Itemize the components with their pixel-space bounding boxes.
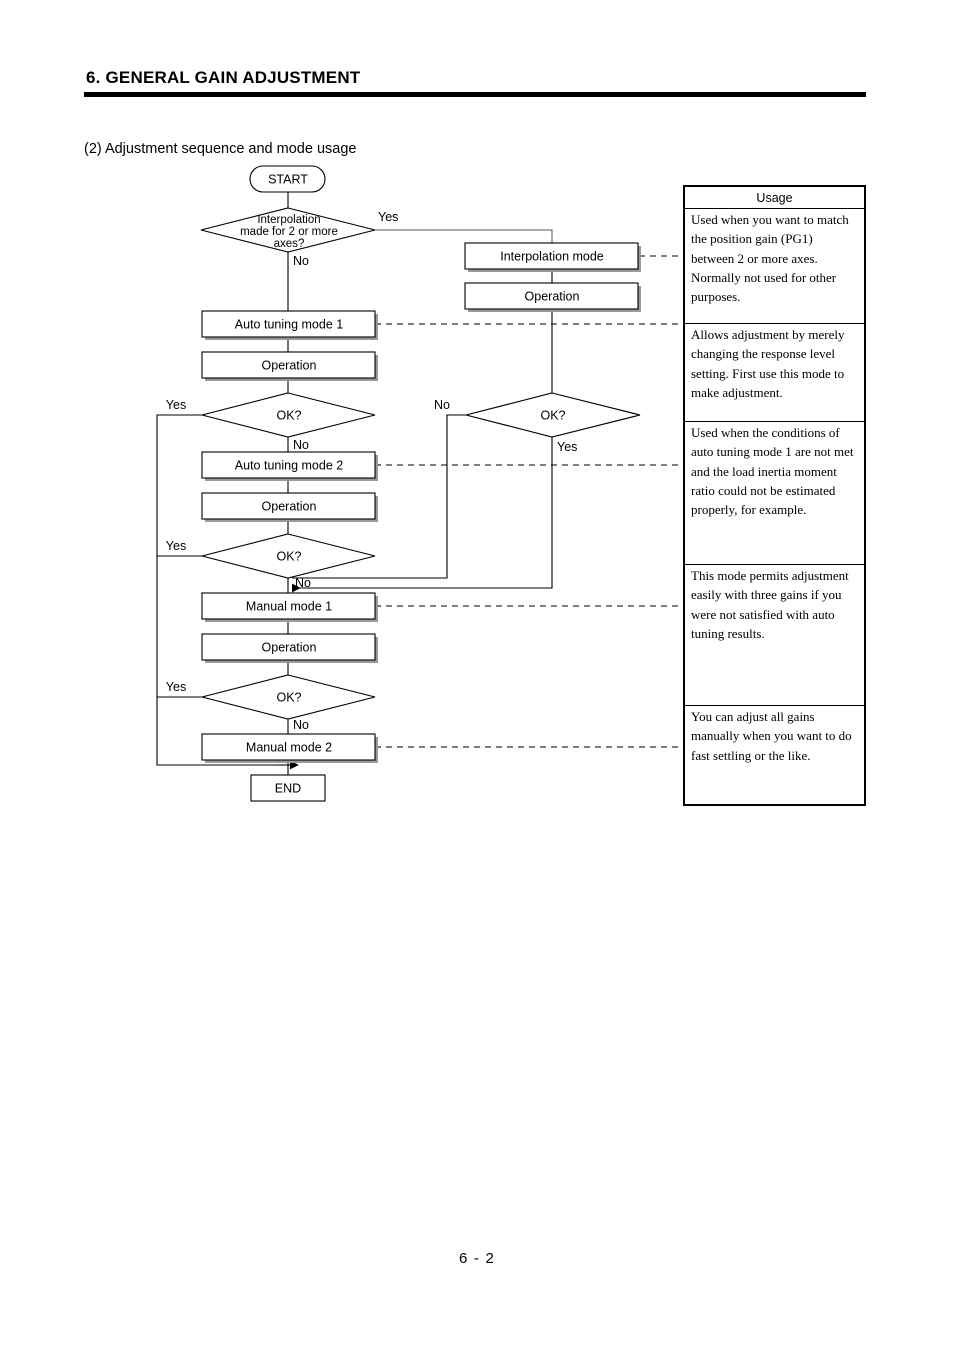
- branch-label-interpolation-no: No: [293, 254, 309, 268]
- flow-node-operation-at1: Operation: [201, 351, 378, 381]
- flow-node-operation-mm1: Operation: [201, 633, 378, 663]
- flow-decision-ok-mm1-label: OK?: [276, 690, 301, 704]
- flow-node-interpolation-mode: Interpolation mode: [464, 242, 641, 272]
- edge-decision-yes-to-interpolation: [375, 229, 553, 243]
- flow-decision-interpolation: Interpolation made for 2 or more axes?: [200, 207, 376, 253]
- flow-node-manual-mode-2-label: Manual mode 2: [246, 740, 332, 754]
- branch-label-mm1-no: No: [293, 718, 309, 732]
- flow-decision-ok-at2-label: OK?: [276, 549, 301, 563]
- flow-decision-interpolation-line2: made for 2 or more: [240, 226, 338, 238]
- flow-decision-interpolation-line1: Interpolation: [257, 214, 320, 226]
- flow-node-manual-mode-1: Manual mode 1: [201, 592, 378, 622]
- flow-node-end-label: END: [275, 781, 301, 795]
- flow-node-auto-tuning-2: Auto tuning mode 2: [201, 451, 378, 481]
- branch-label-mm1-yes: Yes: [166, 680, 186, 694]
- branch-label-interpolation-yes: Yes: [378, 210, 398, 224]
- flow-node-auto-tuning-2-label: Auto tuning mode 2: [235, 458, 343, 472]
- page-footer: 6 - 2: [458, 1250, 495, 1267]
- usage-table-cell-manual-mode-2: You can adjust all gains manually when y…: [691, 709, 852, 763]
- flow-node-manual-mode-1-label: Manual mode 1: [246, 599, 332, 613]
- flow-decision-ok-mm1: OK?: [201, 674, 376, 720]
- flow-decision-ok-at2: OK?: [201, 533, 376, 579]
- flow-node-operation-mm1-label: Operation: [262, 640, 317, 654]
- flow-node-auto-tuning-1-label: Auto tuning mode 1: [235, 317, 343, 331]
- flow-decision-ok-right: OK?: [465, 392, 641, 438]
- flow-node-operation-at1-label: Operation: [262, 358, 317, 372]
- flow-node-operation-interpolation: Operation: [464, 282, 641, 312]
- flow-node-interpolation-mode-label: Interpolation mode: [500, 249, 604, 263]
- flow-node-auto-tuning-1: Auto tuning mode 1: [201, 310, 378, 340]
- flow-node-manual-mode-2: Manual mode 2: [201, 733, 378, 763]
- usage-table-header: Usage: [685, 187, 864, 209]
- usage-table: Usage Used when you want to match the po…: [683, 185, 866, 806]
- branch-label-at2-no: No: [295, 576, 311, 590]
- usage-table-cell-auto-tuning-1: Allows adjustment by merely changing the…: [685, 324, 864, 422]
- flow-decision-ok-right-label: OK?: [540, 408, 565, 422]
- flow-node-operation-at2: Operation: [201, 492, 378, 522]
- branch-label-right-no: No: [434, 398, 450, 412]
- usage-table-cell-auto-tuning-2: Used when the conditions of auto tuning …: [685, 422, 864, 565]
- flow-node-end: END: [250, 774, 326, 802]
- usage-table-cell-manual-mode-1: This mode permits adjustment easily with…: [685, 565, 864, 706]
- flow-node-start: START: [249, 165, 326, 193]
- flow-decision-ok-at1: OK?: [201, 392, 376, 438]
- flow-node-operation-at2-label: Operation: [262, 499, 317, 513]
- flow-decision-interpolation-line3: axes?: [274, 238, 305, 250]
- branch-label-at1-yes: Yes: [166, 398, 186, 412]
- branch-label-right-yes: Yes: [557, 440, 577, 454]
- flow-node-operation-interpolation-label: Operation: [525, 289, 580, 303]
- flow-node-start-label: START: [268, 172, 308, 186]
- branch-label-at2-yes: Yes: [166, 539, 186, 553]
- usage-table-cell-interpolation: Used when you want to match the position…: [685, 209, 864, 324]
- branch-label-at1-no: No: [293, 438, 309, 452]
- flow-decision-ok-at1-label: OK?: [276, 408, 301, 422]
